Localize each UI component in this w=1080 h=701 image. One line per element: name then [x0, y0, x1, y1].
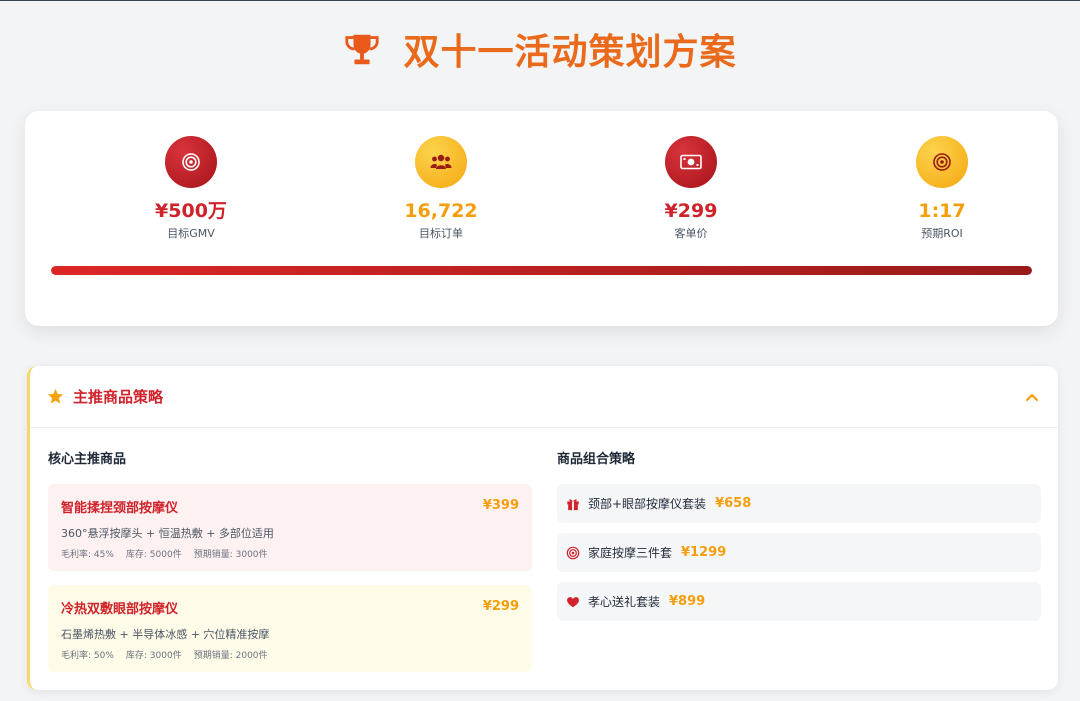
product-card[interactable]: 冷热双敷眼部按摩仪 ¥299 石墨烯热敷 + 半导体冰感 + 穴位精准按摩 毛利…	[48, 585, 532, 672]
kpi-value: ¥500万	[155, 200, 227, 222]
kpi-value: 16,722	[404, 200, 478, 222]
product-name: 智能揉捏颈部按摩仪	[61, 501, 179, 516]
kpi-label: 目标GMV	[167, 227, 215, 240]
progress-fill	[51, 266, 1032, 275]
product-meta: 毛利率: 50% 库存: 3000件 预期销量: 2000件	[61, 648, 519, 661]
bundle-price: ¥658	[715, 496, 752, 511]
product-price: ¥299	[482, 599, 519, 614]
bundle-strategy-column: 商品组合策略 颈部+眼部按摩仪套装 ¥658 家庭按摩三件套 ¥1299 孝心送…	[557, 448, 1041, 631]
page-title: 双十一活动策划方案	[403, 32, 737, 73]
product-description: 360°悬浮按摩头 + 恒温热敷 + 多部位适用	[61, 527, 274, 540]
kpi-label: 客单价	[674, 227, 708, 240]
bundle-name: 颈部+眼部按摩仪套装	[588, 497, 707, 511]
product-expected-sales: 预期销量: 3000件	[193, 550, 268, 560]
section-title: 核心主推商品	[48, 452, 127, 467]
bundle-item[interactable]: 颈部+眼部按摩仪套装 ¥658	[557, 484, 1041, 523]
kpi-orders: 16,722 目标订单	[361, 136, 521, 241]
heart-icon	[567, 596, 579, 607]
product-expected-sales: 预期销量: 2000件	[193, 651, 268, 661]
bullseye-icon	[566, 546, 580, 559]
bundle-item[interactable]: 孝心送礼套装 ¥899	[557, 582, 1041, 621]
product-stock: 库存: 3000件	[125, 651, 182, 661]
kpi-value: ¥299	[664, 200, 718, 222]
kpi-aov: ¥299 客单价	[611, 136, 771, 241]
kpi-gmv: ¥500万 目标GMV	[111, 136, 271, 241]
progress-bar	[51, 266, 1032, 275]
kpi-panel: ¥500万 目标GMV 16,722 目标订单 ¥299 客单价 1:17 预期…	[25, 111, 1058, 326]
page-header: 双十一活动策划方案	[0, 23, 1080, 75]
bundle-name: 家庭按摩三件套	[588, 546, 673, 560]
target-icon	[916, 136, 968, 188]
money-bill-icon	[665, 136, 717, 188]
panel-header[interactable]: 主推商品策略	[30, 366, 1058, 428]
target-icon	[165, 136, 217, 188]
kpi-label: 预期ROI	[921, 227, 963, 240]
star-icon	[47, 388, 64, 404]
trophy-icon	[345, 34, 380, 65]
product-meta: 毛利率: 45% 库存: 5000件 预期销量: 3000件	[61, 547, 519, 560]
bundle-price: ¥1299	[681, 545, 727, 560]
gift-icon	[567, 498, 579, 510]
product-stock: 库存: 5000件	[125, 550, 182, 560]
main-product-strategy-panel: 主推商品策略 核心主推商品 智能揉捏颈部按摩仪 ¥399 360°悬浮按摩头 +…	[27, 366, 1058, 690]
product-name: 冷热双敷眼部按摩仪	[61, 602, 179, 617]
product-margin: 毛利率: 50%	[61, 651, 114, 661]
product-price: ¥399	[482, 498, 519, 513]
bundle-name: 孝心送礼套装	[588, 595, 661, 609]
product-card[interactable]: 智能揉捏颈部按摩仪 ¥399 360°悬浮按摩头 + 恒温热敷 + 多部位适用 …	[48, 484, 532, 571]
chevron-up-icon[interactable]	[1024, 389, 1040, 405]
product-margin: 毛利率: 45%	[61, 550, 114, 560]
kpi-label: 目标订单	[419, 227, 463, 240]
kpi-value: 1:17	[918, 200, 966, 222]
core-products-column: 核心主推商品 智能揉捏颈部按摩仪 ¥399 360°悬浮按摩头 + 恒温热敷 +…	[48, 448, 532, 686]
bundle-price: ¥899	[669, 594, 706, 609]
users-icon	[415, 136, 467, 188]
kpi-roi: 1:17 预期ROI	[862, 136, 1022, 241]
panel-title: 主推商品策略	[73, 388, 164, 406]
bundle-item[interactable]: 家庭按摩三件套 ¥1299	[557, 533, 1041, 572]
product-description: 石墨烯热敷 + 半导体冰感 + 穴位精准按摩	[61, 628, 270, 641]
section-title: 商品组合策略	[557, 452, 636, 467]
